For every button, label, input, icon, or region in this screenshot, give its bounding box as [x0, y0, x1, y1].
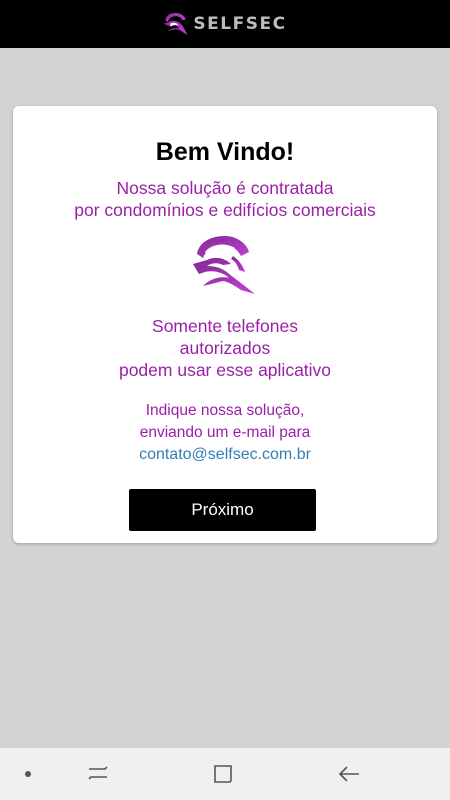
intro-text: Nossa solução é contratada por condomíni…	[13, 177, 437, 221]
auth-line: autorizados	[179, 338, 271, 358]
recommend-text: Indique nossa solução, enviando um e-mai…	[13, 400, 437, 466]
home-icon[interactable]	[207, 748, 239, 800]
recommend-line: Indique nossa solução,	[145, 402, 305, 419]
welcome-title: Bem Vindo!	[155, 138, 295, 166]
recommend-line: enviando um e-mail para	[139, 424, 311, 441]
recent-apps-icon[interactable]	[82, 748, 114, 800]
welcome-card: Bem Vindo! Nossa solução é contratada po…	[13, 106, 437, 543]
back-arrow-icon[interactable]	[333, 748, 365, 800]
authorized-phones-text: Somente telefones autorizados podem usar…	[13, 315, 437, 381]
system-navigation-bar	[0, 748, 450, 800]
selfsec-helmet-logo-icon	[163, 11, 189, 37]
brand-name: SELFSEC	[193, 14, 287, 34]
selfsec-helmet-logo-icon	[193, 234, 257, 296]
app-header: SELFSEC	[0, 0, 450, 48]
auth-line: Somente telefones	[152, 316, 298, 336]
intro-line: Nossa solução é contratada	[116, 178, 334, 198]
contact-email-link[interactable]: contato@selfsec.com.br	[13, 444, 437, 466]
dot-icon	[18, 748, 38, 800]
brand: SELFSEC	[163, 11, 286, 37]
auth-line: podem usar esse aplicativo	[118, 360, 332, 380]
next-button[interactable]: Próximo	[129, 489, 316, 531]
intro-line: por condomínios e edifícios comerciais	[74, 200, 376, 220]
